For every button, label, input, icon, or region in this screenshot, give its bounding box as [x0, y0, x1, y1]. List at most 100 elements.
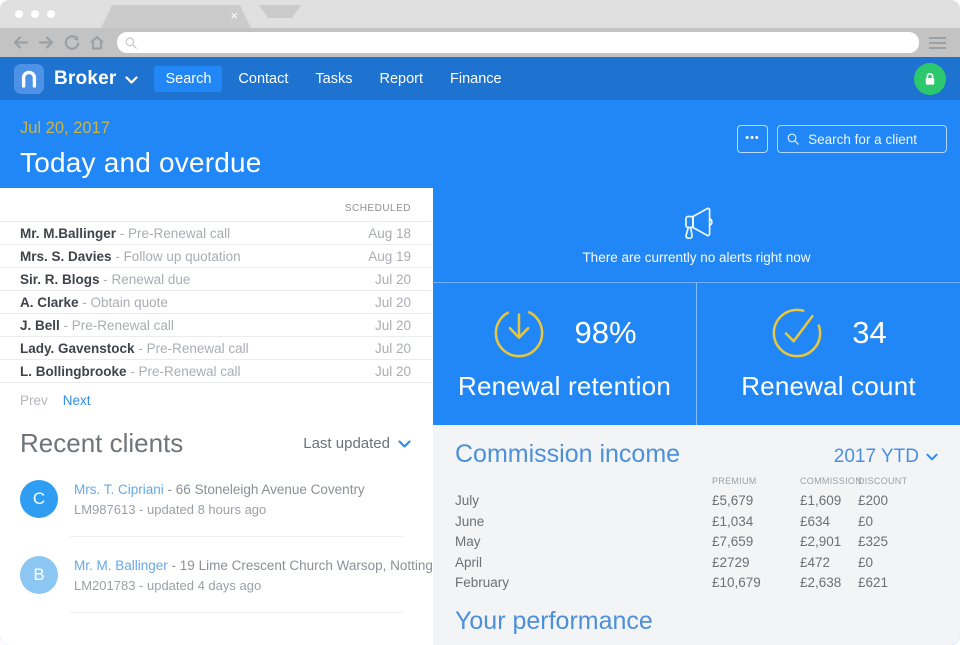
window-control-dot[interactable] — [47, 10, 55, 18]
back-icon[interactable] — [12, 35, 29, 50]
metric-value: 34 — [852, 315, 886, 351]
arrow-down-circle-icon — [492, 306, 546, 360]
chevron-down-icon — [398, 440, 411, 448]
commission-cell: £634 — [800, 512, 858, 533]
commission-cell: £1,609 — [800, 491, 858, 512]
lock-button[interactable] — [914, 63, 946, 95]
browser-tab[interactable]: × — [101, 5, 251, 28]
client-name-link[interactable]: Mrs. T. Cipriani — [74, 482, 164, 497]
metric-value: 98% — [574, 315, 636, 351]
window-control-dot[interactable] — [31, 10, 39, 18]
alerts-message: There are currently no alerts right now — [582, 250, 810, 265]
task-row[interactable]: Mr. M.Ballinger Pre-Renewal call Aug 18 — [0, 221, 433, 244]
client-meta: LM987613 - updated 8 hours ago — [74, 500, 365, 519]
discount-cell: £0 — [858, 512, 938, 533]
nav-menu: Search Contact Tasks Report Finance — [154, 66, 512, 92]
premium-cell: £10,679 — [712, 573, 800, 594]
client-name-link[interactable]: Mr. M. Ballinger — [74, 558, 168, 573]
premium-cell: £5,679 — [712, 491, 800, 512]
lock-icon — [920, 69, 940, 89]
metrics-section: 98% Renewal retention 34 Renewal count — [433, 283, 960, 425]
scheduled-column-header: SCHEDULED — [0, 188, 433, 221]
commission-cell: £472 — [800, 553, 858, 574]
client-meta: LM201783 - updated 4 days ago — [74, 576, 459, 595]
recent-clients-title: Recent clients — [20, 428, 183, 459]
home-icon[interactable] — [89, 35, 105, 50]
page-header: Jul 20, 2017 Today and overdue ••• — [0, 100, 960, 188]
metric-label: Renewal count — [741, 371, 916, 402]
premium-cell: £7,659 — [712, 532, 800, 553]
nav-item-contact[interactable]: Contact — [227, 66, 299, 92]
alerts-section: There are currently no alerts right now — [433, 188, 960, 283]
browser-tab-strip: × — [0, 0, 960, 28]
metric-renewal-retention: 98% Renewal retention — [433, 283, 696, 425]
browser-window: × Broker — [0, 0, 960, 645]
discount-cell: £325 — [858, 532, 938, 553]
forward-icon[interactable] — [38, 35, 55, 50]
reload-icon[interactable] — [64, 35, 80, 51]
month-cell: June — [455, 512, 712, 533]
megaphone-icon — [674, 205, 720, 243]
client-search-box[interactable] — [777, 125, 947, 153]
nav-item-tasks[interactable]: Tasks — [304, 66, 363, 92]
column-header: PREMIUM — [712, 476, 800, 491]
nav-item-finance[interactable]: Finance — [439, 66, 513, 92]
client-row[interactable]: B Mr. M. Ballinger 19 Lime Crescent Chur… — [0, 537, 433, 599]
discount-cell: £200 — [858, 491, 938, 512]
commission-cell: £2,901 — [800, 532, 858, 553]
month-cell: February — [455, 573, 712, 594]
divider — [70, 612, 403, 613]
chevron-down-icon — [926, 453, 938, 461]
avatar: B — [20, 556, 58, 594]
window-controls — [15, 10, 55, 18]
nav-item-report[interactable]: Report — [368, 66, 434, 92]
sort-selector[interactable]: Last updated — [303, 435, 411, 452]
tab-close-icon[interactable]: × — [230, 8, 238, 24]
prev-button[interactable]: Prev — [20, 393, 48, 408]
search-icon — [787, 132, 799, 146]
search-icon — [125, 37, 137, 49]
commission-section: Commission income 2017 YTD PREMIUM COMMI… — [433, 425, 960, 645]
task-row[interactable]: Lady. Gavenstock Pre-Renewal call Jul 20 — [0, 336, 433, 359]
discount-cell: £0 — [858, 553, 938, 574]
pagination: Prev Next — [0, 383, 433, 414]
period-selector[interactable]: 2017 YTD — [834, 446, 938, 468]
task-row[interactable]: L. Bollingbrooke Pre-Renewal call Jul 20 — [0, 359, 433, 382]
task-row[interactable]: J. Bell Pre-Renewal call Jul 20 — [0, 313, 433, 336]
avatar: C — [20, 480, 58, 518]
discount-cell: £621 — [858, 573, 938, 594]
commission-table: PREMIUM COMMISSION DISCOUNT July £5,679 … — [455, 476, 938, 594]
client-address: 19 Lime Crescent Church Warsop, Nottingh… — [172, 558, 460, 573]
app-navbar: Broker Search Contact Tasks Report Finan… — [0, 57, 960, 100]
new-tab-button[interactable] — [259, 5, 301, 18]
commission-cell: £2,638 — [800, 573, 858, 594]
column-header: DISCOUNT — [858, 476, 938, 491]
check-circle-icon — [770, 306, 824, 360]
brand-name[interactable]: Broker — [54, 68, 116, 90]
premium-cell: £1,034 — [712, 512, 800, 533]
window-control-dot[interactable] — [15, 10, 23, 18]
month-cell: July — [455, 491, 712, 512]
column-header: COMMISSION — [800, 476, 858, 491]
nav-item-search[interactable]: Search — [154, 66, 222, 92]
browser-toolbar — [0, 28, 960, 57]
chevron-down-icon[interactable] — [125, 76, 138, 84]
address-input[interactable] — [143, 35, 911, 51]
client-search-input[interactable] — [806, 131, 937, 148]
commission-title: Commission income — [455, 440, 680, 469]
next-button[interactable]: Next — [63, 393, 91, 408]
month-cell: April — [455, 553, 712, 574]
task-row[interactable]: A. Clarke Obtain quote Jul 20 — [0, 290, 433, 313]
month-cell: May — [455, 532, 712, 553]
dashboard-panel: There are currently no alerts right now … — [433, 188, 960, 645]
client-row[interactable]: C Mrs. T. Cipriani 66 Stoneleigh Avenue … — [0, 461, 433, 523]
address-bar[interactable] — [117, 32, 919, 53]
app-logo[interactable] — [14, 64, 44, 94]
more-button[interactable]: ••• — [737, 125, 768, 153]
performance-title: Your performance — [455, 607, 938, 636]
task-row[interactable]: Sir. R. Blogs Renewal due Jul 20 — [0, 267, 433, 290]
tasks-panel: SCHEDULED Mr. M.Ballinger Pre-Renewal ca… — [0, 188, 433, 645]
task-row[interactable]: Mrs. S. Davies Follow up quotation Aug 1… — [0, 244, 433, 267]
metric-renewal-count: 34 Renewal count — [697, 283, 960, 425]
menu-icon[interactable] — [927, 33, 948, 53]
